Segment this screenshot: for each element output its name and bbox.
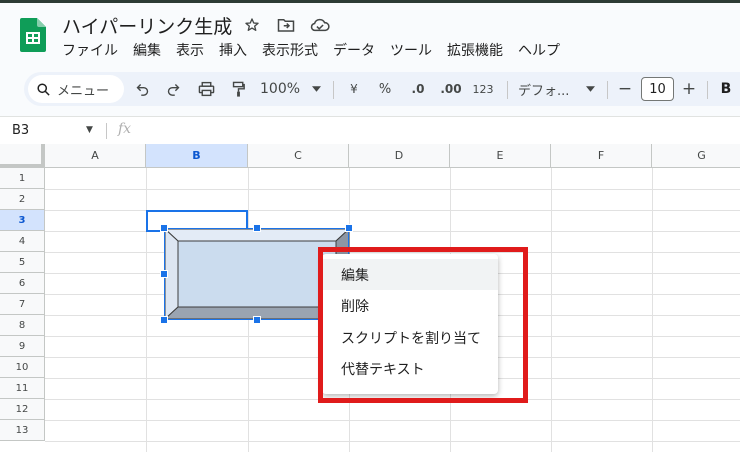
- toolbar: メニュー 100% ¥ % .0 .00 123 デフォ... − 10 + B: [24, 72, 740, 106]
- resize-handle-top[interactable]: [253, 224, 261, 232]
- font-dropdown-icon[interactable]: [584, 72, 596, 106]
- decrease-decimal-button[interactable]: .0: [407, 72, 429, 106]
- toolbar-divider: [707, 81, 708, 99]
- resize-handle-left[interactable]: [160, 270, 168, 278]
- menu-search[interactable]: メニュー: [28, 75, 124, 103]
- number-format-button[interactable]: 123: [471, 72, 495, 106]
- column-header-b[interactable]: B: [146, 144, 248, 168]
- increase-decimal-button[interactable]: .00: [438, 72, 464, 106]
- grid-line: [45, 441, 740, 442]
- row-header-1[interactable]: 1: [0, 168, 45, 189]
- name-box[interactable]: B3: [12, 123, 29, 138]
- zoom-value[interactable]: 100%: [260, 72, 306, 106]
- highlight-annotation-box: [318, 247, 528, 403]
- select-all-corner[interactable]: [0, 144, 45, 168]
- bold-button[interactable]: B: [718, 72, 734, 106]
- increase-font-size-button[interactable]: +: [680, 72, 698, 106]
- resize-handle-bottom[interactable]: [253, 316, 261, 324]
- font-size-field[interactable]: 10: [641, 77, 674, 101]
- row-header-4[interactable]: 4: [0, 231, 45, 252]
- search-icon: [37, 82, 50, 96]
- row-header-9[interactable]: 9: [0, 336, 45, 357]
- menu-format[interactable]: 表示形式: [262, 40, 318, 60]
- column-header-e[interactable]: E: [450, 144, 551, 168]
- row-header-7[interactable]: 7: [0, 294, 45, 315]
- sheets-logo-icon[interactable]: [20, 18, 46, 52]
- star-icon[interactable]: [242, 15, 262, 35]
- row-header-3[interactable]: 3: [0, 210, 45, 231]
- name-box-dropdown-icon[interactable]: ▼: [86, 125, 93, 135]
- menu-help[interactable]: ヘルプ: [518, 40, 560, 60]
- row-header-10[interactable]: 10: [0, 357, 45, 378]
- row-header-2[interactable]: 2: [0, 189, 45, 210]
- fx-icon: fx: [118, 121, 132, 137]
- percent-format-button[interactable]: %: [376, 72, 394, 106]
- decrease-font-size-button[interactable]: −: [616, 72, 634, 106]
- resize-handle-top-left[interactable]: [160, 224, 168, 232]
- font-family-select[interactable]: デフォ...: [518, 72, 578, 106]
- column-header-a[interactable]: A: [45, 144, 146, 168]
- grid-line: [45, 420, 740, 421]
- paint-format-icon[interactable]: [227, 72, 249, 106]
- grid-line: [45, 189, 740, 190]
- row-header-8[interactable]: 8: [0, 315, 45, 336]
- formula-divider: [106, 123, 107, 139]
- toolbar-divider: [507, 81, 508, 99]
- toolbar-divider: [607, 81, 608, 99]
- menu-search-label: メニュー: [57, 83, 110, 99]
- zoom-dropdown-icon[interactable]: [310, 72, 322, 106]
- toolbar-divider: [333, 81, 334, 99]
- undo-icon[interactable]: [132, 72, 152, 106]
- column-header-g[interactable]: G: [652, 144, 740, 168]
- redo-icon[interactable]: [163, 72, 183, 106]
- spreadsheet-window: ハイパーリンク生成 ファイル 編集 表示 挿入 表示形式 データ ツール 拡張機…: [0, 0, 740, 452]
- menu-extensions[interactable]: 拡張機能: [447, 40, 503, 60]
- menu-edit[interactable]: 編集: [133, 40, 161, 60]
- move-folder-icon[interactable]: [276, 15, 296, 35]
- resize-handle-bottom-left[interactable]: [160, 316, 168, 324]
- column-header-d[interactable]: D: [349, 144, 450, 168]
- row-header-12[interactable]: 12: [0, 399, 45, 420]
- menu-file[interactable]: ファイル: [62, 40, 118, 60]
- window-top-border: [0, 0, 740, 3]
- currency-format-button[interactable]: ¥: [345, 72, 363, 106]
- print-icon[interactable]: [195, 72, 217, 106]
- row-header-13[interactable]: 13: [0, 420, 45, 441]
- column-header-f[interactable]: F: [551, 144, 652, 168]
- menu-view[interactable]: 表示: [176, 40, 204, 60]
- cloud-status-icon[interactable]: [310, 15, 330, 35]
- formula-bar: B3 ▼ fx: [0, 116, 740, 144]
- resize-handle-top-right[interactable]: [345, 224, 353, 232]
- menu-tools[interactable]: ツール: [390, 40, 432, 60]
- row-header-5[interactable]: 5: [0, 252, 45, 273]
- menu-insert[interactable]: 挿入: [219, 40, 247, 60]
- document-title[interactable]: ハイパーリンク生成: [62, 12, 232, 39]
- row-header-6[interactable]: 6: [0, 273, 45, 294]
- menu-data[interactable]: データ: [333, 40, 375, 60]
- column-header-c[interactable]: C: [248, 144, 349, 168]
- row-header-11[interactable]: 11: [0, 378, 45, 399]
- menu-bar: ファイル 編集 表示 挿入 表示形式 データ ツール 拡張機能 ヘルプ: [62, 40, 575, 60]
